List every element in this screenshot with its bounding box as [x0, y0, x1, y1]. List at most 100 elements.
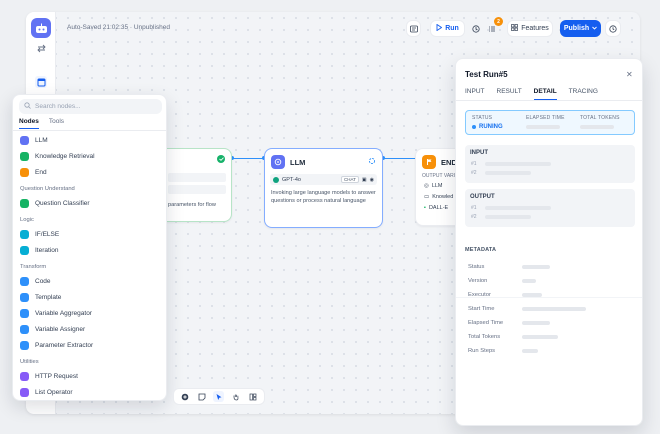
palette-item-code[interactable]: Code — [20, 277, 51, 286]
close-icon[interactable]: ✕ — [626, 70, 633, 79]
eye-icon: ◉ — [369, 176, 374, 183]
metadata-value-placeholder — [522, 293, 542, 297]
model-name: GPT-4o — [282, 176, 301, 183]
elapsed-time-label: ELAPSED TIME — [526, 115, 565, 121]
run-button[interactable]: Run — [430, 20, 465, 37]
palette-item-parameter-extractor[interactable]: Parameter Extractor — [20, 341, 93, 350]
group-question-understand: Question Understand — [20, 186, 75, 192]
group-logic: Logic — [20, 217, 34, 223]
llm-icon — [20, 136, 29, 145]
status-summary: STATUS ELAPSED TIME TOTAL TOKENS RUNING — [465, 110, 635, 135]
metadata-label: Executor — [468, 292, 491, 298]
metadata-label: Start Time — [468, 306, 495, 312]
variable-aggregator-icon — [20, 309, 29, 318]
llm-var-icon: ◎ — [424, 183, 429, 189]
row-number: #2 — [471, 170, 477, 176]
panel-title: Test Run#5 — [465, 70, 508, 79]
code-icon — [20, 277, 29, 286]
metadata-label: Run Steps — [468, 348, 496, 354]
node-palette: Search nodes... Nodes Tools LLM Knowledg… — [12, 94, 167, 401]
input-title: INPUT — [470, 150, 488, 156]
input-section: INPUT #1 #2 — [465, 145, 635, 183]
tab-nodes[interactable]: Nodes — [19, 118, 39, 129]
tab-tools[interactable]: Tools — [49, 118, 64, 129]
tab-result[interactable]: RESULT — [497, 88, 522, 100]
checklist-badge: 2 — [494, 17, 503, 26]
openai-icon — [273, 176, 279, 183]
metadata-label: Status — [468, 264, 485, 270]
llm-node-title: LLM — [290, 157, 306, 167]
output-line-placeholder — [485, 215, 531, 219]
success-check-icon — [217, 155, 225, 163]
input-line-placeholder — [485, 171, 531, 175]
palette-item-template[interactable]: Template — [20, 293, 61, 302]
palette-item-question-classifier[interactable]: Question Classifier — [20, 199, 90, 208]
palette-item-iteration[interactable]: Iteration — [20, 246, 59, 255]
knowledge-var-icon: ▭ — [424, 194, 430, 200]
palette-item-list-operator[interactable]: List Operator — [20, 388, 73, 397]
parameter-extractor-icon — [20, 341, 29, 350]
loading-icon — [368, 157, 376, 167]
tab-input[interactable]: INPUT — [465, 88, 485, 100]
palette-item-if-else[interactable]: IF/ELSE — [20, 230, 59, 239]
chevron-down-icon — [592, 25, 597, 32]
note-icon[interactable] — [197, 391, 208, 402]
palette-item-knowledge-retrieval[interactable]: Knowledge Retrieval — [20, 152, 95, 161]
search-nodes-input[interactable]: Search nodes... — [19, 99, 162, 114]
app-window-icon[interactable] — [35, 76, 47, 88]
palette-tab-divider — [13, 130, 166, 131]
publish-label: Publish — [563, 25, 590, 32]
tab-detail[interactable]: DETAIL — [533, 88, 557, 100]
group-transform: Transform — [20, 264, 47, 270]
tab-tracing[interactable]: TRACING — [569, 88, 598, 100]
output-line-placeholder — [485, 206, 551, 210]
swap-icon[interactable] — [35, 42, 47, 54]
palette-item-variable-assigner[interactable]: Variable Assigner — [20, 325, 85, 334]
run-label: Run — [445, 25, 459, 32]
end-icon — [20, 168, 29, 177]
mode-tag: CHAT — [340, 176, 359, 183]
end-node-icon — [422, 155, 436, 169]
image-var-icon: ▪ — [424, 205, 426, 211]
palette-tabs: Nodes Tools — [19, 118, 64, 129]
version-history-button[interactable] — [605, 20, 621, 37]
history-button[interactable] — [466, 20, 486, 37]
template-icon — [20, 293, 29, 302]
env-variables-button[interactable] — [406, 20, 421, 37]
metadata-label: Version — [468, 278, 488, 284]
features-label: Features — [521, 25, 549, 32]
metadata-value-placeholder — [522, 321, 550, 325]
publish-button[interactable]: Publish — [560, 20, 601, 37]
layout-icon[interactable] — [247, 391, 258, 402]
search-icon — [24, 102, 31, 111]
palette-item-variable-aggregator[interactable]: Variable Aggregator — [20, 309, 92, 318]
question-classifier-icon — [20, 199, 29, 208]
row-number: #1 — [471, 205, 477, 211]
group-utilities: Utilities — [20, 359, 39, 365]
output-title: OUTPUT — [470, 194, 495, 200]
variable-assigner-icon — [20, 325, 29, 334]
pointer-icon[interactable] — [213, 391, 225, 402]
hand-icon[interactable] — [230, 391, 241, 402]
iteration-icon — [20, 246, 29, 255]
elapsed-placeholder — [526, 125, 560, 129]
palette-item-end[interactable]: End — [20, 168, 47, 177]
model-selector[interactable]: GPT-4o CHAT ▣ ◉ — [270, 174, 377, 185]
app-logo[interactable] — [31, 18, 51, 38]
metadata-value-placeholder — [522, 335, 558, 339]
palette-item-http-request[interactable]: HTTP Request — [20, 372, 78, 381]
llm-node-icon — [271, 155, 285, 169]
add-node-icon[interactable] — [180, 391, 191, 402]
features-button[interactable]: Features — [507, 20, 553, 37]
vision-icon: ▣ — [361, 176, 367, 183]
play-icon — [436, 23, 443, 33]
tokens-placeholder — [580, 125, 614, 129]
status-value: RUNING — [472, 124, 503, 130]
knowledge-retrieval-icon — [20, 152, 29, 161]
palette-item-llm[interactable]: LLM — [20, 136, 48, 145]
llm-node[interactable]: LLM GPT-4o CHAT ▣ ◉ Invoking large langu… — [264, 148, 383, 228]
list-operator-icon — [20, 388, 29, 397]
test-run-panel: Test Run#5 ✕ INPUT RESULT DETAIL TRACING… — [455, 58, 643, 426]
metadata-label: Total Tokens — [468, 334, 501, 340]
row-number: #2 — [471, 214, 477, 220]
